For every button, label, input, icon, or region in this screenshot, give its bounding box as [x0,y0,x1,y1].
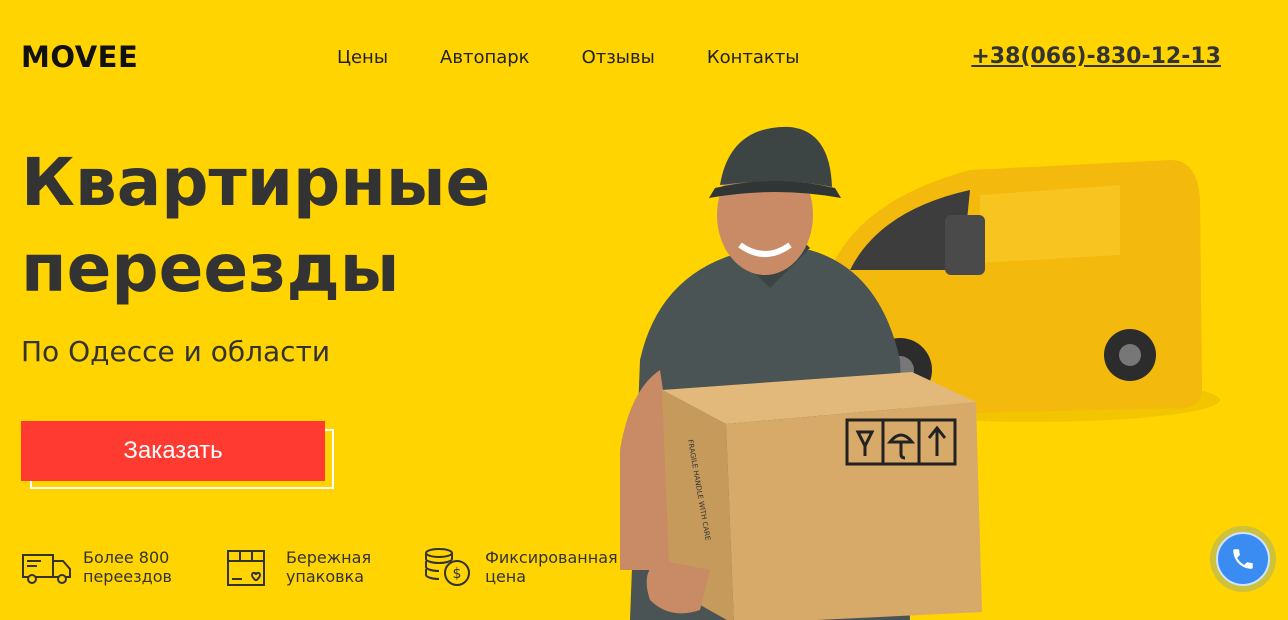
order-button-wrapper: Заказать [21,421,337,493]
feature-text: Более 800 переездов [83,548,172,586]
feature-item: Более 800 переездов [21,547,172,587]
cardboard-box-image: FRAGILE HANDLE WITH CARE [646,372,982,620]
hero-illustration: FRAGILE HANDLE WITH CARE [620,126,1220,620]
feature-item: Бережная упаковка [224,547,371,587]
nav-link-prices[interactable]: Цены [337,46,388,70]
feature-line: упаковка [285,567,365,586]
feature-item: $ Фиксированная цена [423,547,618,587]
order-button[interactable]: Заказать [21,421,325,481]
truck-icon [22,554,71,584]
feature-text: Бережная упаковка [286,548,371,586]
coins-icon: $ [425,548,471,586]
hero-title: Квартирные переезды [21,140,581,312]
hero-subtitle: По Одессе и области [21,335,331,368]
hero-title-line-2: переезды [21,230,400,307]
phone-link[interactable]: +38(066)-830-12-13 [971,44,1221,69]
feature-line: Бережная [285,548,372,567]
logo[interactable]: MOVEE [21,40,138,74]
feature-line: переездов [83,567,172,586]
nav-link-reviews[interactable]: Отзывы [582,46,655,70]
call-widget-button[interactable] [1216,532,1270,586]
feature-line: цена [485,567,527,586]
svg-text:$: $ [453,566,462,582]
phone-icon [1233,549,1253,569]
feature-text: Фиксированная цена [485,548,618,586]
package-icon [226,550,265,586]
nav-link-fleet[interactable]: Автопарк [440,46,530,70]
features-list: Более 800 переездов Бережная упаковка $ … [21,547,670,587]
feature-line: Фиксированная [485,548,618,567]
feature-line: Более 800 [83,548,170,567]
hero-title-line-1: Квартирные [21,144,491,221]
nav-link-contacts[interactable]: Контакты [707,46,800,70]
main-nav: Цены Автопарк Отзывы Контакты [337,46,851,70]
